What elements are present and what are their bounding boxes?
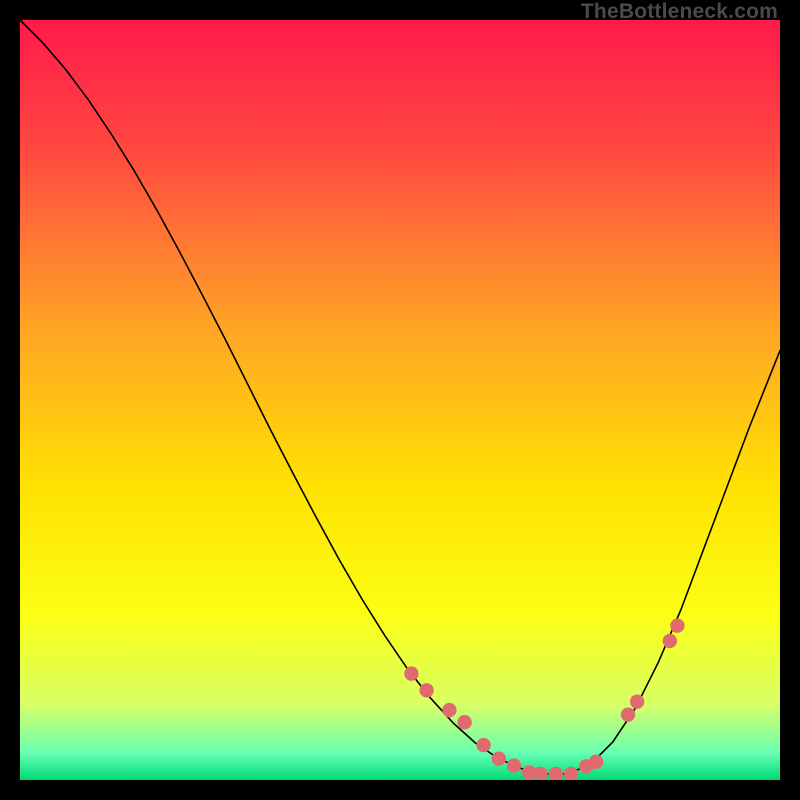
bead-marker: [419, 683, 433, 697]
gradient-background: [20, 20, 780, 780]
bead-marker: [507, 758, 521, 772]
bead-marker: [442, 703, 456, 717]
bead-marker: [492, 752, 506, 766]
bead-marker: [457, 715, 471, 729]
chart-frame: [20, 20, 780, 780]
bead-marker: [621, 707, 635, 721]
attribution-text: TheBottleneck.com: [581, 0, 778, 24]
bead-marker: [630, 695, 644, 709]
bead-marker: [476, 738, 490, 752]
bead-marker: [589, 755, 603, 769]
chart-svg: [20, 20, 780, 780]
bead-marker: [663, 634, 677, 648]
bead-marker: [404, 666, 418, 680]
bead-marker: [670, 619, 684, 633]
